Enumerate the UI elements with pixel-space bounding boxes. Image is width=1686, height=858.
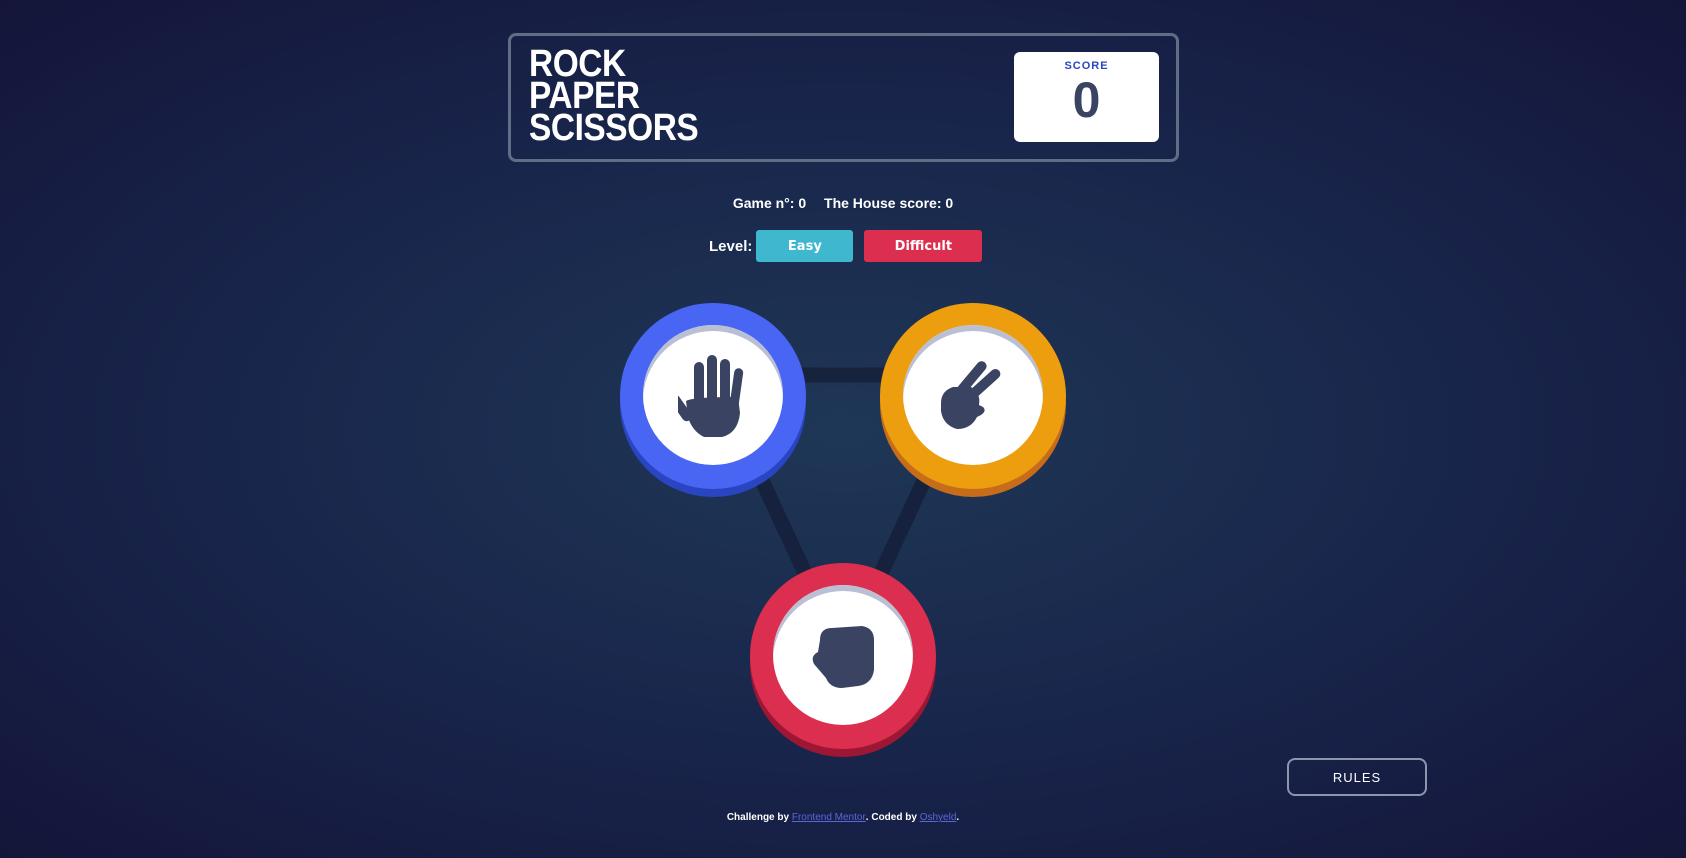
footer-middle: . Coded by — [865, 812, 917, 823]
hand-rock-icon — [812, 626, 874, 688]
scissors-token[interactable] — [880, 303, 1066, 489]
footer-prefix: Challenge by — [726, 812, 790, 823]
attribution-footer: Challenge by Frontend Mentor. Coded by O… — [0, 812, 1686, 823]
rock-token-face — [773, 585, 913, 725]
hand-paper-icon — [678, 354, 744, 437]
rock-token[interactable] — [750, 563, 936, 749]
paper-token-face — [643, 325, 783, 465]
author-link[interactable]: Oshyeld — [920, 812, 957, 823]
rules-button[interactable]: RULES — [1287, 758, 1427, 796]
frontend-mentor-link[interactable]: Frontend Mentor — [792, 812, 866, 823]
hand-scissors-icon — [941, 361, 1001, 429]
scissors-token-face — [903, 325, 1043, 465]
paper-token[interactable] — [620, 303, 806, 489]
footer-suffix: . — [956, 812, 960, 823]
